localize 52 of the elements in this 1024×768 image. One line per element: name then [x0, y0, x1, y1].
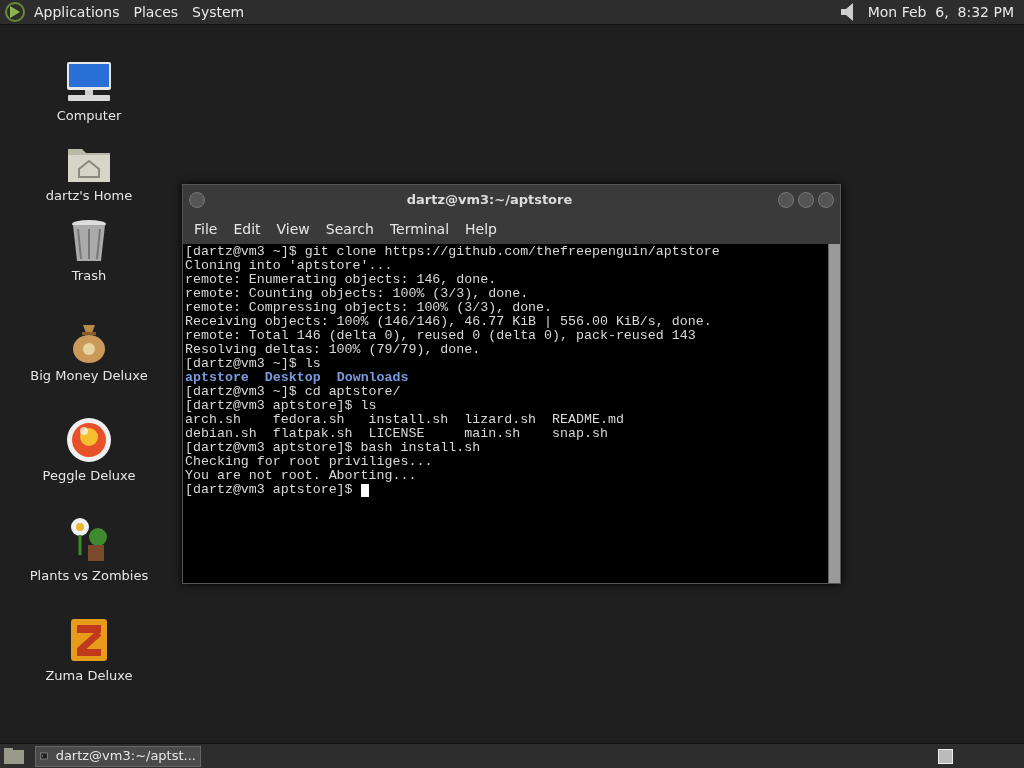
menu-item[interactable]: View [268, 219, 318, 240]
terminal-line: [dartz@vm3 aptstore]$ [185, 483, 354, 497]
panel-menu[interactable]: System [188, 1, 249, 23]
terminal-line: Resolving deltas: 100% (79/79), done. [185, 343, 481, 357]
desktop-icon-label[interactable]: Trash [71, 265, 107, 285]
desktop-icon-label[interactable]: Big Money Deluxe [30, 365, 148, 385]
panel-menu[interactable]: Places [129, 1, 183, 23]
desktop-icon-label[interactable]: Computer [56, 105, 122, 125]
terminal-line: Checking for root priviliges... [185, 455, 433, 469]
logo-icon[interactable] [4, 1, 26, 23]
monitor-icon [64, 60, 114, 103]
terminal-line: remote: Enumerating objects: 146, done. [185, 273, 497, 287]
menu-item[interactable]: Help [457, 219, 505, 240]
directory-name: Desktop [264, 371, 321, 385]
workspace-switcher[interactable] [938, 748, 953, 764]
terminal-line: [dartz@vm3 ~]$ git clone https://github.com/thefreepenguin/aptstore [185, 245, 720, 259]
directory-name: aptstore [185, 371, 249, 385]
terminal-line: arch.sh fedora.sh install.sh lizard.sh README.md [185, 413, 624, 427]
taskbar-button[interactable]: dartz@vm3:~/aptst... [35, 745, 201, 767]
minimize-button[interactable] [778, 192, 794, 208]
terminal-line: remote: Total 146 (delta 0), reused 0 (delta 0), pack-reused 143 [185, 329, 696, 343]
directory-name: Downloads [336, 371, 409, 385]
peggle-ball-icon [66, 416, 112, 463]
terminal-line: Cloning into 'aptstore'... [185, 259, 393, 273]
terminal-line: Receiving objects: 100% (146/146), 46.77 KiB | 556.00 KiB/s, done. [185, 315, 712, 329]
window-title: dartz@vm3:~/aptstore [405, 191, 574, 210]
scrollbar[interactable] [828, 244, 840, 583]
terminal-line: remote: Counting objects: 100% (3/3), done. [185, 287, 529, 301]
terminal-line: [dartz@vm3 ~]$ ls [185, 357, 321, 371]
trash-icon [70, 218, 108, 263]
close-button[interactable] [818, 192, 834, 208]
maximize-button[interactable] [798, 192, 814, 208]
menu-item[interactable]: Search [317, 219, 382, 240]
panel-menu[interactable]: Applications [30, 1, 124, 23]
terminal-line: remote: Compressing objects: 100% (3/3), done. [185, 301, 553, 315]
stone-block-icon [69, 616, 109, 663]
window-menu-button[interactable] [189, 192, 205, 208]
terminal-line: [dartz@vm3 ~]$ cd aptstore/ [185, 385, 401, 399]
desktop-icon-label[interactable]: Peggle Deluxe [42, 465, 136, 485]
clock[interactable]: Mon Feb 6, 8:32 PM [867, 1, 1014, 23]
terminal-line: [dartz@vm3 aptstore]$ ls [185, 399, 377, 413]
show-desktop-icon[interactable] [3, 747, 25, 765]
menu-item[interactable]: File [186, 219, 226, 240]
terminal-icon [40, 750, 48, 762]
desktop-icon-label[interactable]: Zuma Deluxe [45, 665, 133, 685]
terminal-line: You are not root. Aborting... [185, 469, 417, 483]
terminal-line: debian.sh flatpak.sh LICENSE main.sh snap.sh [185, 427, 608, 441]
menu-item[interactable]: Terminal [381, 219, 458, 240]
desktop-icon-label[interactable]: Plants vs Zombies [29, 565, 149, 585]
terminal-line: [dartz@vm3 aptstore]$ bash install.sh [185, 441, 481, 455]
menu-item[interactable]: Edit [225, 219, 269, 240]
desktop-icon-label[interactable]: dartz's Home [45, 185, 133, 205]
